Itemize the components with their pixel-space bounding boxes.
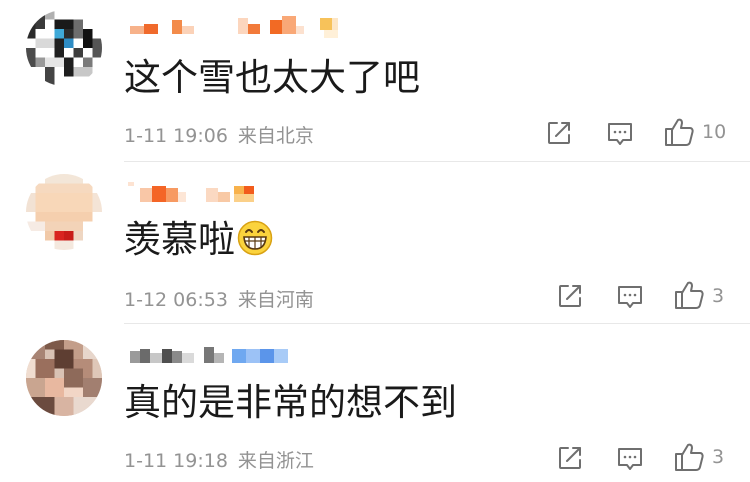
- comment-list: 这个雪也太大了吧 1-11 19:06 来自北京 10 羡慕啦 1-12 06:…: [0, 0, 750, 482]
- share-icon[interactable]: [546, 120, 572, 146]
- comment-date: 1-12 06:53: [124, 289, 228, 311]
- like-count: 10: [702, 121, 727, 143]
- comment-date: 1-11 19:06: [124, 125, 228, 147]
- comment-date: 1-11 19:18: [124, 450, 228, 472]
- comment-icon[interactable]: [616, 283, 644, 311]
- grinning-face-emoji: [237, 220, 273, 266]
- username-blurred[interactable]: [124, 182, 274, 208]
- like-count: 3: [712, 285, 725, 307]
- divider: [124, 323, 750, 324]
- username-blurred[interactable]: [124, 345, 294, 371]
- comment-item: 真的是非常的想不到 1-11 19:18 来自浙江 3: [0, 325, 750, 482]
- thumbs-up-icon[interactable]: [663, 116, 695, 148]
- share-icon[interactable]: [557, 445, 583, 471]
- comment-item: 这个雪也太大了吧 1-11 19:06 来自北京 10: [0, 0, 750, 160]
- avatar[interactable]: [26, 340, 102, 416]
- comment-location: 来自河南: [237, 289, 314, 311]
- comment-location: 来自北京: [237, 125, 314, 147]
- comment-icon[interactable]: [616, 445, 644, 473]
- avatar[interactable]: [26, 10, 102, 86]
- comment-text: 真的是非常的想不到: [124, 381, 457, 424]
- comment-item: 羡慕啦 1-12 06:53 来自河南 3: [0, 162, 750, 322]
- thumbs-up-icon[interactable]: [673, 441, 705, 473]
- thumbs-up-icon[interactable]: [673, 279, 705, 311]
- comment-meta: 1-12 06:53 来自河南: [124, 285, 314, 312]
- comment-icon[interactable]: [606, 120, 634, 148]
- comment-text: 羡慕啦: [124, 218, 273, 266]
- share-icon[interactable]: [557, 283, 583, 309]
- like-count: 3: [712, 446, 725, 468]
- comment-location: 来自浙江: [237, 450, 314, 472]
- comment-meta: 1-11 19:18 来自浙江: [124, 446, 314, 473]
- comment-meta: 1-11 19:06 来自北京: [124, 121, 314, 148]
- comment-text: 这个雪也太大了吧: [124, 56, 420, 99]
- username-blurred[interactable]: [124, 14, 354, 40]
- avatar[interactable]: [26, 174, 102, 250]
